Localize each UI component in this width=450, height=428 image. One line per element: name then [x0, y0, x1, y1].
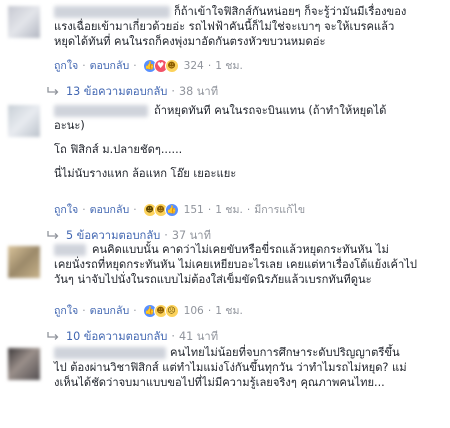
comment-text-line: คนคิดแบบนั้น คาดว่าไม่เคยขับหรือขี่รถแล้…: [92, 243, 389, 256]
reply-link[interactable]: ตอบกลับ: [90, 57, 130, 74]
replies-count-label[interactable]: 13 ข้อความตอบกลับ: [66, 82, 167, 100]
comment-actions: ถูกใจ · ตอบกลับ · 👍 ♥ ☻ 324 · 1 ชม.: [54, 57, 243, 74]
like-link[interactable]: ถูกใจ: [54, 57, 78, 74]
separator-dot: ·: [207, 304, 212, 317]
like-link[interactable]: ถูกใจ: [54, 201, 78, 218]
separator-dot: ·: [133, 203, 137, 216]
comment-text-line: หยุดได้ทันที่ คนในรถก็คงพุ่งมาอัดกันตรงห…: [54, 35, 326, 48]
comment-text-line: คนไทยไม่น้อยที่จบการศึกษาระดับปริญญาตรีข…: [170, 346, 400, 359]
reply-arrow-icon: [47, 332, 59, 340]
separator-dot: ·: [171, 329, 175, 343]
comment-text: คนคิดแบบนั้น คาดว่าไม่เคยขับหรือขี่รถแล้…: [54, 242, 446, 287]
separator-dot: ·: [207, 59, 212, 72]
comment-text: ถ้าหยุดทันที คนในรถจะบินแทน (ถ้าทำให้หยุ…: [54, 103, 446, 181]
comment-text-line: ก็ถ้าเข้าใจฟิสิกส์กันหน่อยๆ ก็จะรู้ว่ามั…: [174, 5, 407, 18]
separator-dot: ·: [171, 84, 175, 98]
comment-text: ก็ถ้าเข้าใจฟิสิกส์กันหน่อยๆ ก็จะรู้ว่ามั…: [54, 4, 446, 49]
separator-dot: ·: [82, 203, 86, 216]
separator-dot: ·: [246, 203, 251, 216]
comment-text-line: ถ้าหยุดทันที คนในรถจะบินแทน (ถ้าทำให้หยุ…: [154, 104, 387, 117]
comment-text-line: ไป ต้องผ่านวิชาฟิสิกส์ แต่ทำไมแม่งโง่กัน…: [54, 361, 407, 374]
reply-link[interactable]: ตอบกลับ: [90, 302, 130, 319]
view-replies-link[interactable]: 10 ข้อความตอบกลับ · 41 นาที: [46, 327, 218, 345]
view-replies-link[interactable]: 13 ข้อความตอบกลับ · 38 นาที: [46, 82, 218, 100]
reaction-count[interactable]: 106: [184, 305, 204, 317]
comment-time[interactable]: 1 ชม.: [215, 201, 243, 218]
replies-time: 38 นาที: [178, 85, 219, 98]
comment-text-line: เคยนั่งรถที่หยุดกระทันหัน ไม่เคยเหยียบอะ…: [54, 258, 417, 271]
haha-reaction-icon: ☻: [164, 58, 179, 73]
separator-dot: ·: [82, 59, 86, 72]
reactions-summary[interactable]: 👍 ♥ ☻: [142, 58, 179, 73]
avatar[interactable]: [8, 105, 40, 137]
comment-actions: ถูกใจ · ตอบกลับ · ☻ ☻ 👍 151 · 1 ชม. · มี…: [54, 201, 305, 218]
comment-text: คนไทยไม่น้อยที่จบการศึกษาระดับปริญญาตรีข…: [54, 345, 446, 390]
comment-time[interactable]: 1 ชม.: [215, 57, 243, 74]
comment-text-spacer: [54, 157, 446, 166]
separator-dot: ·: [164, 228, 168, 242]
like-reaction-icon: 👍: [164, 202, 179, 217]
comment-text-line: โถ ฟิสิกส์ ม.ปลายชัดๆ......: [54, 143, 183, 156]
reply-arrow-icon: [47, 231, 59, 239]
reaction-count[interactable]: 151: [184, 204, 204, 216]
comment-text-line: แรงเฉื่อยเข้ามาเกี่ยวด้วยอ่ะ รถไฟฟ้าคันน…: [54, 20, 395, 33]
avatar[interactable]: [8, 6, 40, 38]
separator-dot: ·: [133, 59, 137, 72]
comment-time[interactable]: 1 ชม.: [215, 302, 243, 319]
sad-reaction-icon: ☹: [164, 303, 179, 318]
comment-text-line: วันๆ น่าจับไปนั่งในรถแบบไม่ต้องใส่เข็มขั…: [54, 273, 372, 286]
separator-dot: ·: [207, 203, 212, 216]
replies-count-label[interactable]: 10 ข้อความตอบกลับ: [66, 327, 167, 345]
reply-arrow-icon: [47, 87, 59, 95]
avatar[interactable]: [8, 246, 40, 278]
separator-dot: ·: [133, 304, 137, 317]
comment-text-line: งเห็นได้ชัดว่าจบมาแบบขอไปที่ไม่มีความรู้…: [54, 376, 385, 389]
comment-actions: ถูกใจ · ตอบกลับ · 👍 ☻ ☹ 106 · 1 ชม.: [54, 302, 243, 319]
reactions-summary[interactable]: 👍 ☻ ☹: [142, 303, 179, 318]
comment-text-spacer: [54, 133, 446, 142]
avatar[interactable]: [8, 348, 40, 380]
like-link[interactable]: ถูกใจ: [54, 302, 78, 319]
separator-dot: ·: [82, 304, 86, 317]
reaction-count[interactable]: 324: [184, 60, 204, 72]
comment-text-line: นี่ไม่นับรางแหก ล้อแหก โอ๊ย เยอะแยะ: [54, 167, 237, 180]
edited-label[interactable]: มีการแก้ไข: [254, 201, 305, 218]
reply-link[interactable]: ตอบกลับ: [90, 201, 130, 218]
reactions-summary[interactable]: ☻ ☻ 👍: [142, 202, 179, 217]
replies-time: 41 นาที: [178, 330, 219, 343]
comment-text-line: อะนะ): [54, 119, 85, 132]
